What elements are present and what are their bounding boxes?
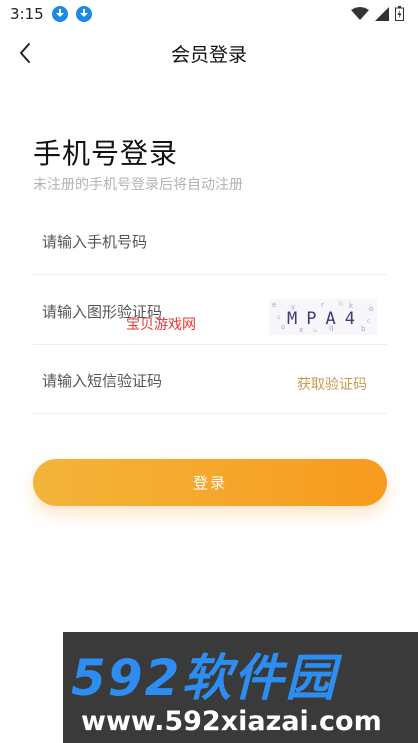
phone-input[interactable] <box>42 229 262 255</box>
get-sms-code-button[interactable]: 获取验证码 <box>297 374 367 394</box>
login-button[interactable]: 登录 <box>33 459 387 506</box>
header: 会员登录 <box>0 28 418 78</box>
page-title: 手机号登录 <box>33 137 179 170</box>
phone-field-row <box>33 207 387 275</box>
watermark-banner: 592软件园 www.592xiazai.com <box>63 632 418 743</box>
svg-text:e: e <box>272 301 276 309</box>
svg-text:o: o <box>369 305 373 313</box>
header-title: 会员登录 <box>170 44 247 66</box>
signal-icon <box>375 6 389 21</box>
svg-text:s: s <box>277 314 280 321</box>
battery-icon <box>395 6 404 21</box>
banner-url: www.592xiazai.com <box>81 706 382 737</box>
watermark-text: 宝贝游戏网 <box>126 317 196 333</box>
banner-title: 592软件园 <box>71 649 338 707</box>
page-subtitle: 未注册的手机号登录后将自动注册 <box>33 177 243 193</box>
sms-code-input[interactable] <box>42 368 262 394</box>
wifi-icon <box>351 6 369 20</box>
svg-text:r: r <box>321 301 324 309</box>
svg-text:c: c <box>367 318 370 325</box>
status-right <box>351 6 404 21</box>
download-icon <box>75 6 92 22</box>
captcha-code: MPA4 <box>287 309 364 329</box>
captcha-image[interactable]: eoy xrq kbo suhc MPA4 <box>269 299 377 335</box>
status-time: 3:15 <box>10 5 44 23</box>
svg-text:o: o <box>281 323 285 331</box>
status-bar: 3:15 <box>0 0 418 28</box>
svg-text:h: h <box>339 301 343 308</box>
captcha-field-row: eoy xrq kbo suhc MPA4 <box>33 277 387 345</box>
download-icon <box>51 6 68 22</box>
sms-field-row: 获取验证码 <box>33 346 387 414</box>
